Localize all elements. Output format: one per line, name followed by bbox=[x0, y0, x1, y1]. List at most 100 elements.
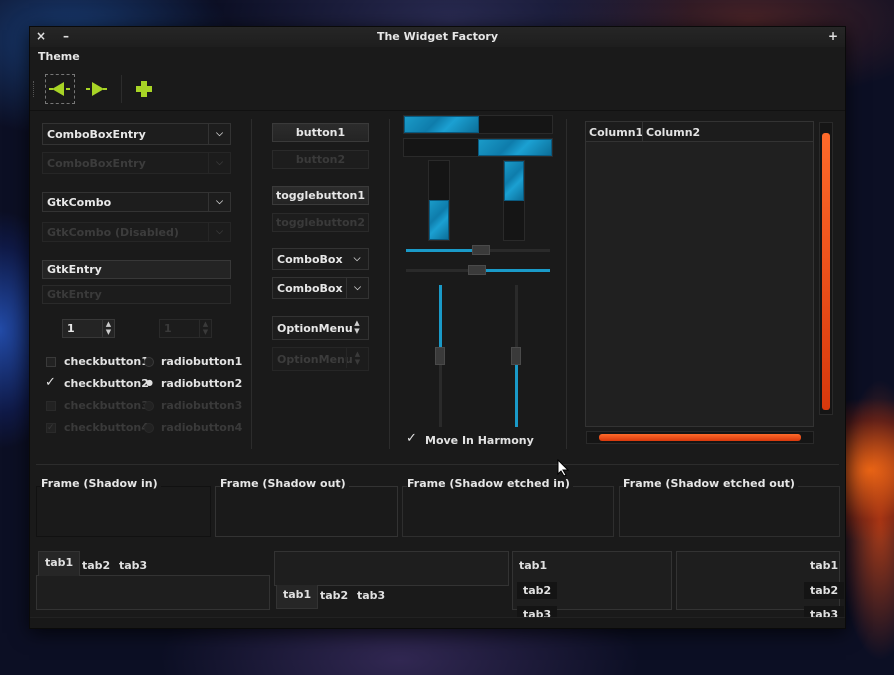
checkbutton3-label: checkbutton3 bbox=[64, 399, 149, 412]
vscale-1[interactable] bbox=[435, 285, 445, 427]
vscale-2-fill bbox=[515, 363, 518, 427]
hscale-1-fill bbox=[406, 249, 476, 252]
optionmenu1-text: OptionMenu bbox=[277, 322, 353, 335]
optionmenu2: OptionMenu ▲ ▼ bbox=[272, 347, 369, 371]
radiobutton2-label[interactable]: radiobutton2 bbox=[161, 377, 242, 390]
toolbar-grip[interactable] bbox=[33, 81, 36, 97]
horizontal-scrollbar[interactable] bbox=[586, 431, 814, 444]
hprogress-2-fill bbox=[478, 139, 552, 156]
notebook-right-tab2[interactable]: tab2 bbox=[804, 582, 845, 599]
vprogress-2-fill bbox=[504, 161, 524, 201]
maximize-button[interactable]: + bbox=[826, 29, 840, 43]
comboboxentry-disabled-text: ComboBoxEntry bbox=[47, 157, 146, 170]
notebook-left-tab2[interactable]: tab2 bbox=[517, 582, 558, 599]
gtkcombo-disabled-text: GtkCombo (Disabled) bbox=[47, 226, 179, 239]
hprogress-1-fill bbox=[404, 116, 479, 133]
harmony-check-icon[interactable]: ✓ bbox=[406, 431, 417, 446]
checkbutton4-label: checkbutton4 bbox=[64, 421, 149, 434]
radio-2-selected[interactable]: ● bbox=[146, 378, 153, 387]
notebook-top-tab2[interactable]: tab2 bbox=[76, 557, 116, 574]
notebook-bottom-tab3[interactable]: tab3 bbox=[351, 587, 391, 604]
checkbox-4: ✓ bbox=[46, 423, 56, 433]
vscale-2[interactable] bbox=[511, 285, 521, 427]
checkbox-1[interactable] bbox=[46, 357, 56, 367]
column-separator-2 bbox=[389, 119, 390, 449]
updown-icon: ▲ ▼ bbox=[354, 319, 360, 335]
hscale-1-handle[interactable] bbox=[472, 245, 490, 255]
radiobutton4-label: radiobutton4 bbox=[161, 421, 243, 434]
chevron-down-icon[interactable]: ⌵ bbox=[208, 124, 230, 144]
combobox1-text: ComboBox bbox=[277, 253, 343, 266]
spin-arrows-disabled: ▲ ▼ bbox=[199, 320, 211, 337]
column-separator-1 bbox=[251, 119, 252, 449]
gtkcombo[interactable]: GtkCombo ⌵ bbox=[42, 192, 231, 212]
button1[interactable]: button1 bbox=[272, 123, 369, 142]
notebook-right-tab1[interactable]: tab1 bbox=[804, 557, 844, 574]
radiobutton3-label: radiobutton3 bbox=[161, 399, 243, 412]
chevron-down-icon: ⌵ bbox=[353, 254, 361, 264]
combobox2-text: ComboBox bbox=[277, 282, 343, 295]
frame-shadow-out bbox=[215, 486, 398, 537]
frame-shadow-etched-out bbox=[619, 486, 840, 537]
checkbutton1-label[interactable]: checkbutton1 bbox=[64, 355, 149, 368]
optionmenu2-text: OptionMenu bbox=[277, 353, 353, 366]
radio-1[interactable] bbox=[144, 357, 154, 367]
title-bar: × – The Widget Factory + bbox=[30, 27, 845, 47]
notebook-top-tab1[interactable]: tab1 bbox=[38, 551, 81, 576]
menu-theme[interactable]: Theme bbox=[38, 50, 80, 63]
vscale-1-handle[interactable] bbox=[435, 347, 445, 365]
togglebutton1[interactable]: togglebutton1 bbox=[272, 186, 369, 205]
vertical-scrollbar[interactable] bbox=[819, 122, 833, 415]
notebook-top-tab3[interactable]: tab3 bbox=[113, 557, 153, 574]
forward-button[interactable] bbox=[81, 74, 111, 104]
notebook-bottom-panel bbox=[274, 551, 509, 586]
comboboxentry[interactable]: ComboBoxEntry ⌵ bbox=[42, 123, 231, 145]
horizontal-scrollbar-thumb[interactable] bbox=[599, 434, 801, 441]
hprogress-1 bbox=[403, 115, 553, 134]
combobox2[interactable]: ComboBox ⌵ bbox=[272, 277, 369, 299]
add-button[interactable] bbox=[129, 74, 159, 104]
checkmark-icon[interactable]: ✓ bbox=[45, 375, 56, 390]
notebook-top-panel bbox=[36, 575, 270, 610]
vscale-2-handle[interactable] bbox=[511, 347, 521, 365]
status-strip bbox=[30, 617, 845, 628]
spin-button[interactable]: 1 ▲ ▼ bbox=[62, 319, 115, 338]
tree-view[interactable]: Column1 Column2 bbox=[585, 121, 814, 427]
vscale-1-fill bbox=[439, 285, 442, 349]
notebook-bottom-tab1[interactable]: tab1 bbox=[276, 585, 319, 609]
combobox1[interactable]: ComboBox ⌵ bbox=[272, 248, 369, 270]
tree-header: Column1 Column2 bbox=[586, 122, 813, 142]
go-forward-icon bbox=[86, 82, 107, 96]
frame-shadow-etched-in-label: Frame (Shadow etched in) bbox=[407, 477, 573, 490]
hscale-1[interactable] bbox=[406, 245, 550, 255]
hscale-2-handle[interactable] bbox=[468, 265, 486, 275]
radiobutton1-label[interactable]: radiobutton1 bbox=[161, 355, 242, 368]
comboboxentry-disabled: ComboBoxEntry ⌵ bbox=[42, 152, 231, 174]
go-back-icon bbox=[49, 82, 70, 96]
optionmenu1[interactable]: OptionMenu ▲ ▼ bbox=[272, 316, 369, 340]
vertical-scrollbar-thumb[interactable] bbox=[822, 133, 830, 410]
frame-shadow-out-label: Frame (Shadow out) bbox=[220, 477, 349, 490]
notebook-bottom-tab2[interactable]: tab2 bbox=[314, 587, 354, 604]
move-in-harmony-label[interactable]: Move In Harmony bbox=[425, 434, 534, 447]
chevron-down-icon[interactable]: ⌵ bbox=[208, 193, 230, 211]
header-divider bbox=[642, 122, 643, 142]
menu-bar: Theme bbox=[30, 47, 845, 67]
column1-header[interactable]: Column1 bbox=[589, 126, 643, 139]
gtkentry[interactable]: GtkEntry bbox=[42, 260, 231, 279]
spin-button-disabled: 1 ▲ ▼ bbox=[159, 319, 212, 338]
back-button[interactable] bbox=[45, 74, 75, 104]
plus-icon bbox=[136, 81, 152, 97]
checkbutton2-label[interactable]: checkbutton2 bbox=[64, 377, 149, 390]
notebook-left-tab1[interactable]: tab1 bbox=[513, 557, 553, 574]
togglebutton2: togglebutton2 bbox=[272, 213, 369, 232]
frame-shadow-etched-in bbox=[402, 486, 614, 537]
button2: button2 bbox=[272, 150, 369, 169]
radio-4 bbox=[144, 423, 154, 433]
horizontal-separator bbox=[36, 464, 839, 465]
column2-header[interactable]: Column2 bbox=[646, 126, 700, 139]
hscale-2-fill bbox=[478, 269, 550, 272]
column-separator-3 bbox=[566, 119, 567, 449]
hscale-2[interactable] bbox=[406, 265, 550, 275]
spin-arrows[interactable]: ▲ ▼ bbox=[102, 320, 114, 337]
